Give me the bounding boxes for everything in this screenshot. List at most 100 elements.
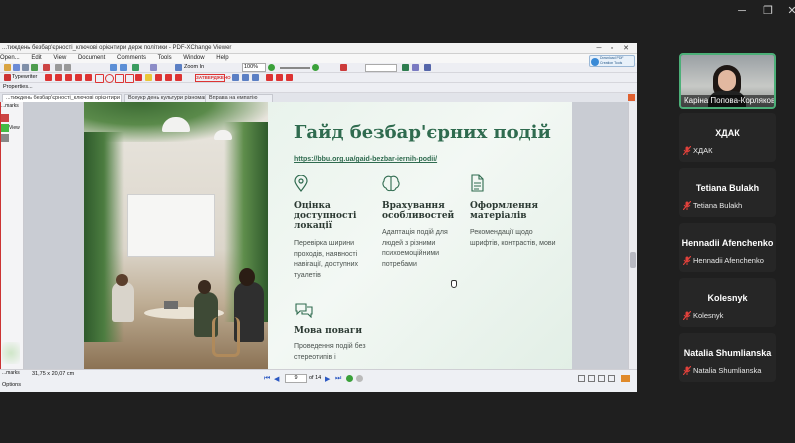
measure-icon[interactable] — [242, 74, 249, 81]
person-middle-head — [198, 280, 211, 294]
bookmarks-panel: ...marks View — [0, 102, 24, 369]
guide-link[interactable]: https://bbu.org.ua/gaid-bezbar-iernih-po… — [294, 156, 437, 163]
view-options-icon[interactable] — [621, 375, 630, 382]
zoom-plus-icon[interactable] — [312, 64, 319, 71]
viewer-close-icon[interactable]: ✕ — [621, 43, 631, 54]
open-icon[interactable] — [4, 64, 11, 71]
panel-option-icon[interactable] — [1, 134, 9, 142]
rotate-icon[interactable] — [132, 64, 139, 71]
callout-icon[interactable] — [65, 74, 72, 81]
document-view[interactable]: Гайд безбар'єрних подій https://bbu.org.… — [24, 102, 628, 369]
rectangle-icon[interactable] — [95, 74, 104, 83]
ellipse-icon[interactable] — [105, 74, 114, 83]
panel-thumbnail[interactable] — [2, 342, 20, 364]
continuous-icon[interactable] — [588, 375, 595, 382]
forward-icon[interactable] — [120, 64, 127, 71]
participant-tile-tetiana[interactable]: Tetiana Bulakh Tetiana Bulakh — [679, 168, 776, 217]
facing-continuous-icon[interactable] — [608, 375, 615, 382]
zoom-slider[interactable] — [280, 67, 310, 69]
clear-icon[interactable] — [286, 74, 293, 81]
facing-icon[interactable] — [598, 375, 605, 382]
menu-edit[interactable]: Edit — [31, 55, 41, 61]
highlight-icon[interactable] — [145, 74, 152, 81]
menu-open[interactable]: Open... — [0, 55, 20, 61]
menu-comments[interactable]: Comments — [117, 55, 146, 61]
zoom-fit-icon[interactable] — [268, 64, 275, 71]
slide-page: Гайд безбар'єрних подій https://bbu.org.… — [84, 102, 572, 369]
textbox-icon[interactable] — [55, 74, 62, 81]
toolbar-properties: Properties... — [0, 83, 637, 93]
close-icon[interactable]: ✕ — [784, 4, 795, 18]
find-icon[interactable] — [402, 64, 409, 71]
participant-tile-natalia[interactable]: Natalia Shumlianska Natalia Shumlianska — [679, 333, 776, 382]
menu-document[interactable]: Document — [78, 55, 105, 61]
delete-icon[interactable] — [266, 74, 273, 81]
zoom-in-icon[interactable] — [175, 64, 182, 71]
feature-title-location: Оцінка доступності локації — [294, 201, 357, 231]
last-page-icon[interactable]: ⏭ — [335, 375, 341, 383]
note-icon[interactable] — [45, 74, 52, 81]
restore-icon[interactable]: ❐ — [760, 4, 776, 18]
properties-button[interactable]: Properties... — [3, 84, 33, 90]
menu-window[interactable]: Window — [183, 55, 204, 61]
options-button[interactable]: Options — [2, 382, 21, 388]
typewriter-button[interactable]: Typewriter — [12, 74, 37, 80]
eraser-icon[interactable] — [175, 74, 182, 81]
undo-icon[interactable] — [55, 64, 62, 71]
expand-icon[interactable] — [1, 124, 9, 132]
vertical-scrollbar[interactable] — [628, 102, 637, 369]
bookmark-icon[interactable] — [1, 114, 9, 122]
back-icon[interactable] — [110, 64, 117, 71]
minimize-icon[interactable]: ─ — [734, 4, 750, 18]
download-badge[interactable]: Download PDF Creation Tools — [589, 55, 635, 67]
underline-icon[interactable] — [155, 74, 162, 81]
pdf-icon[interactable] — [43, 64, 50, 71]
help-icon[interactable] — [424, 64, 431, 71]
print-icon[interactable] — [22, 64, 29, 71]
next-page-icon[interactable]: ▶ — [325, 375, 330, 383]
typewriter-icon[interactable] — [4, 74, 11, 81]
area-icon[interactable] — [252, 74, 259, 81]
search-field[interactable] — [365, 64, 397, 72]
person-left-head — [116, 274, 128, 286]
arrow-icon[interactable] — [85, 74, 92, 81]
menu-tools[interactable]: Tools — [158, 55, 172, 61]
participant-tile-hennadii[interactable]: Hennadii Afenchenko Hennadii Afenchenko — [679, 223, 776, 272]
zoom-value-field[interactable]: 100% — [242, 63, 266, 72]
pencil-icon[interactable] — [135, 74, 142, 81]
page-number-field[interactable]: 9 — [285, 374, 307, 383]
go-back-icon[interactable] — [346, 375, 353, 382]
panel-tab-bookmarks[interactable]: ...marks — [2, 370, 20, 376]
zoom-in-button[interactable]: Zoom In — [184, 64, 204, 70]
select-icon[interactable] — [150, 64, 157, 71]
tabs-close-icon[interactable] — [628, 94, 635, 101]
participant-video-tile[interactable]: Каріна Попова-Корлякова — [679, 53, 776, 109]
participant-tile-kolesnyk[interactable]: Kolesnyk Kolesnyk — [679, 278, 776, 327]
cloud-icon[interactable] — [125, 74, 134, 83]
first-page-icon[interactable]: ⏮ — [264, 375, 270, 383]
participant-label: Kolesnyk — [693, 311, 724, 320]
redo-icon[interactable] — [64, 64, 71, 71]
prev-page-icon[interactable]: ◀ — [274, 375, 279, 383]
strikeout-icon[interactable] — [165, 74, 172, 81]
settings-icon[interactable] — [412, 64, 419, 71]
save-icon[interactable] — [13, 64, 20, 71]
attach-icon[interactable] — [232, 74, 239, 81]
status-bar: ...marks 31,75 x 20,07 cm Options ⏮ ◀ 9 … — [0, 369, 637, 392]
email-icon[interactable] — [31, 64, 38, 71]
panel-view-item[interactable]: View — [9, 125, 20, 131]
go-forward-icon[interactable] — [356, 375, 363, 382]
stamp-button[interactable]: ЗАТВЕРДЖЕНО — [195, 74, 231, 82]
menu-help[interactable]: Help — [216, 55, 228, 61]
line-icon[interactable] — [75, 74, 82, 81]
viewer-minimize-icon[interactable]: ─ — [594, 43, 604, 54]
single-page-icon[interactable] — [578, 375, 585, 382]
scrollbar-thumb[interactable] — [630, 252, 636, 268]
viewer-restore-icon[interactable]: ▫ — [607, 43, 617, 54]
menu-view[interactable]: View — [53, 55, 66, 61]
laptop — [164, 301, 178, 309]
participant-tile-hdak[interactable]: ХДАК ХДАК — [679, 113, 776, 162]
reset-icon[interactable] — [276, 74, 283, 81]
polygon-icon[interactable] — [115, 74, 124, 83]
snapshot-icon[interactable] — [340, 64, 347, 71]
